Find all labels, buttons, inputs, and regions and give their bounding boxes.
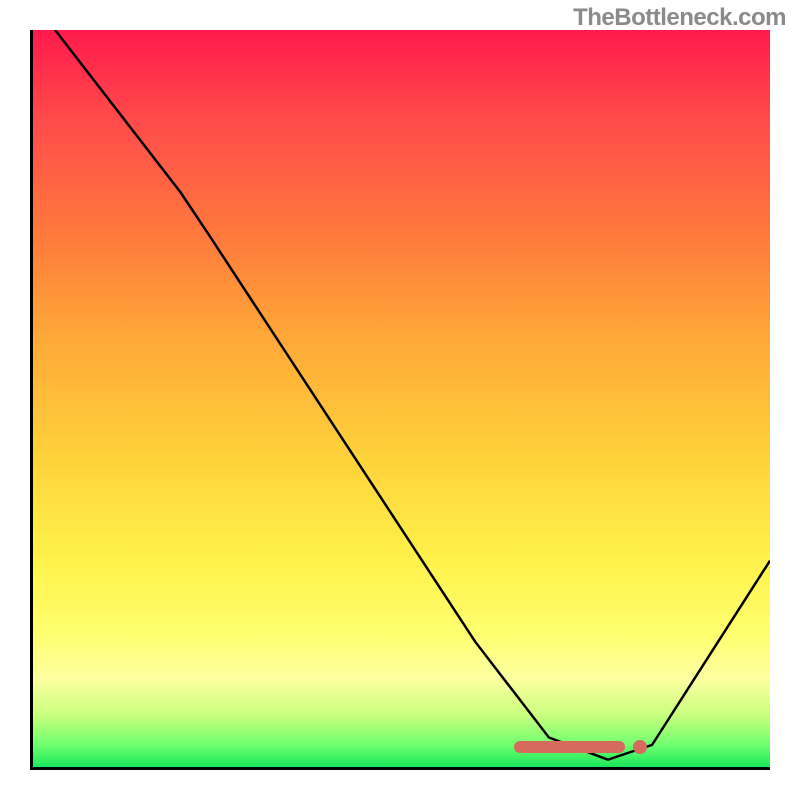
bottleneck-curve xyxy=(33,30,770,767)
chart-container: TheBottleneck.com xyxy=(0,0,800,800)
optimal-range-dot xyxy=(633,740,647,754)
watermark-text: TheBottleneck.com xyxy=(573,4,786,32)
curve-path xyxy=(55,30,770,760)
plot-frame xyxy=(30,30,770,770)
optimal-range-marker xyxy=(514,741,625,753)
